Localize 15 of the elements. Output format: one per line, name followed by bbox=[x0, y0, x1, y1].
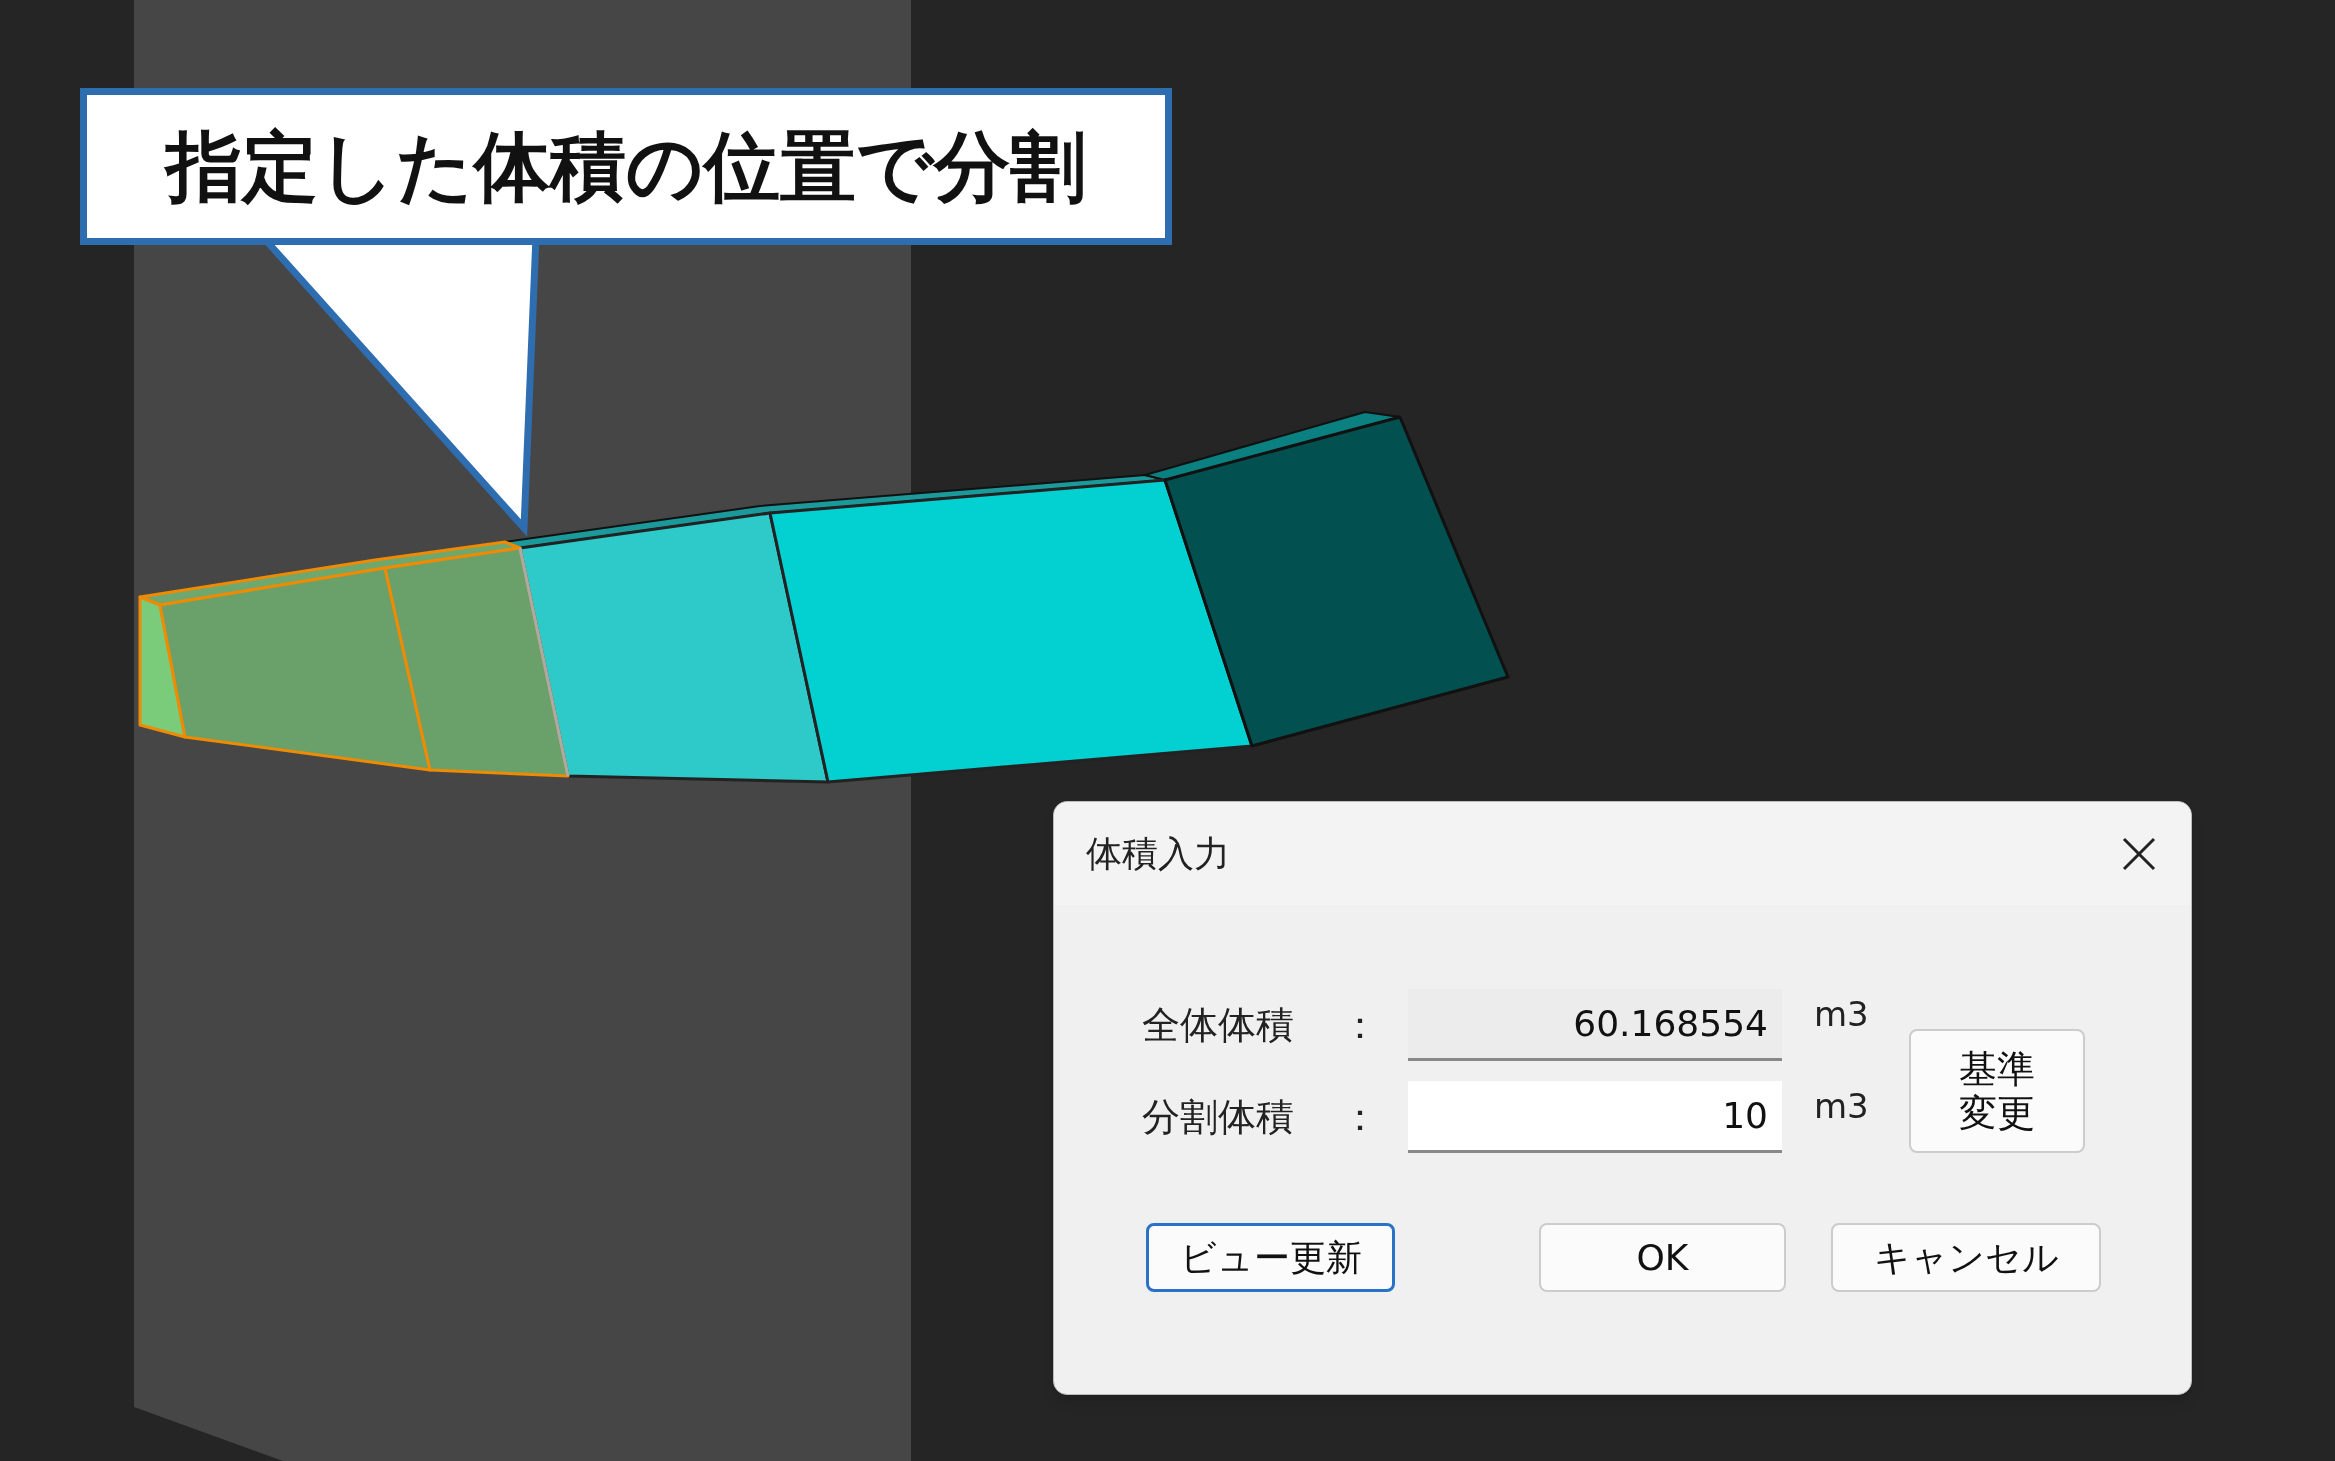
dialog-button[interactable]: キャンセル bbox=[1831, 1223, 2101, 1292]
callout: 指定した体積の位置で分割 bbox=[80, 88, 1172, 245]
label-colon: ： bbox=[1340, 1093, 1380, 1141]
close-icon bbox=[2121, 835, 2157, 872]
unit-label: m3 bbox=[1814, 993, 1869, 1036]
volume-input-field[interactable]: 10 bbox=[1408, 1081, 1782, 1153]
volume-input-field[interactable]: 60.168554 bbox=[1408, 989, 1782, 1061]
dialog-button[interactable]: OK bbox=[1539, 1223, 1786, 1292]
dialog-button[interactable]: ビュー更新 bbox=[1146, 1223, 1395, 1292]
field-label: 分割体積 bbox=[1142, 1093, 1295, 1141]
change-basis-button[interactable]: 基準変更 bbox=[1908, 1029, 2085, 1153]
field-label: 全体体積 bbox=[1142, 1001, 1295, 1049]
unit-label: m3 bbox=[1814, 1085, 1869, 1128]
label-colon: ： bbox=[1340, 1001, 1380, 1049]
dialog-title: 体積入力 bbox=[1086, 831, 1230, 876]
